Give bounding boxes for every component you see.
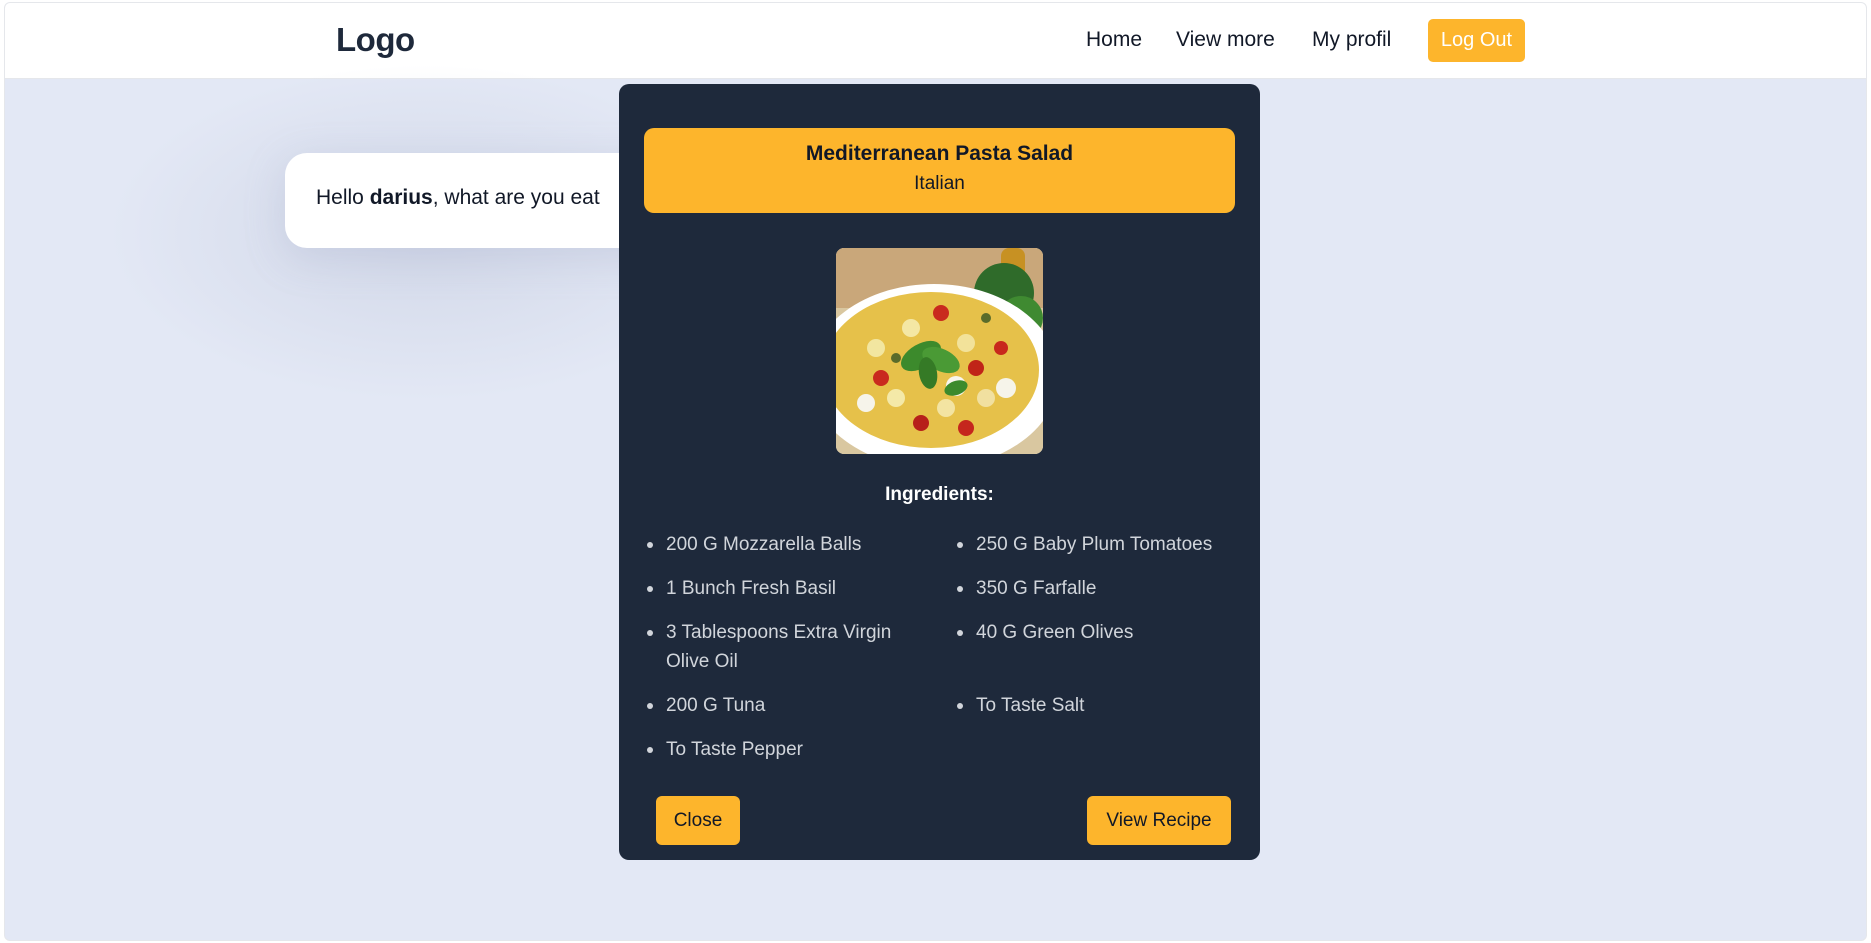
ingredient-item: 200 G Tuna xyxy=(647,691,926,720)
pasta-salad-photo xyxy=(836,248,1043,454)
ingredient-item: 250 G Baby Plum Tomatoes xyxy=(957,530,1236,559)
ingredient-item: 200 G Mozzarella Balls xyxy=(647,530,926,559)
greeting-prefix: Hello xyxy=(316,186,370,209)
app-frame: Logo Home View more My profil Log Out He… xyxy=(4,2,1867,941)
view-recipe-button[interactable]: View Recipe xyxy=(1087,796,1231,845)
modal-header: Mediterranean Pasta Salad Italian xyxy=(644,128,1235,213)
recipe-image xyxy=(836,248,1043,454)
recipe-title: Mediterranean Pasta Salad xyxy=(805,142,1074,165)
ingredient-item: 350 G Farfalle xyxy=(957,574,1236,603)
ingredient-item: 40 G Green Olives xyxy=(957,618,1236,647)
recipe-modal: Mediterranean Pasta Salad Italian Ingred… xyxy=(619,84,1260,860)
ingredient-item: 1 Bunch Fresh Basil xyxy=(647,574,926,603)
ingredients-heading: Ingredients: xyxy=(885,484,994,505)
logo[interactable]: Logo xyxy=(336,21,415,59)
nav-link-home[interactable]: Home xyxy=(1086,28,1142,52)
greeting-suffix: , what are you eat xyxy=(432,186,600,209)
recipe-cuisine: Italian xyxy=(914,173,965,194)
logout-button[interactable]: Log Out xyxy=(1428,19,1525,62)
ingredient-item: To Taste Salt xyxy=(957,691,1236,720)
ingredient-item: To Taste Pepper xyxy=(647,735,926,764)
greeting-username: darius xyxy=(369,186,433,209)
nav-link-view-more[interactable]: View more xyxy=(1176,28,1275,52)
nav-link-my-profil[interactable]: My profil xyxy=(1312,28,1391,52)
ingredient-item: 3 Tablespoons Extra Virgin Olive Oil xyxy=(647,618,931,676)
close-button[interactable]: Close xyxy=(656,796,740,845)
greeting-text: Hello darius, what are you eat xyxy=(316,186,600,210)
